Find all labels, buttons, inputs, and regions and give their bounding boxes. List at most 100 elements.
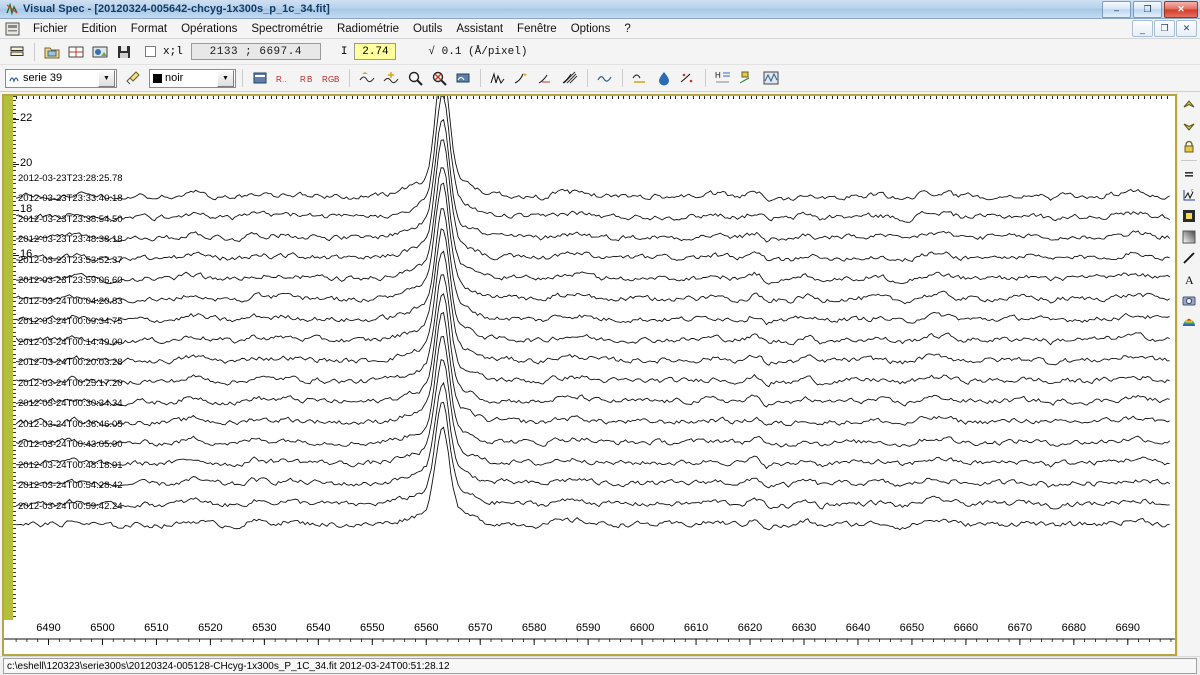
series-combo-value: serie 39 — [23, 72, 62, 84]
divide-button[interactable] — [677, 67, 699, 89]
y-axis-minor-tick — [13, 603, 16, 604]
y-axis-minor-tick — [13, 201, 16, 202]
menu-item-fichier[interactable]: Fichier — [26, 21, 75, 37]
menu-item-format[interactable]: Format — [124, 21, 174, 37]
smooth-button[interactable] — [594, 67, 616, 89]
scroll-up-icon[interactable] — [1179, 95, 1199, 115]
x-axis: 6490650065106520653065406550656065706580… — [4, 620, 1175, 654]
text-tool-icon[interactable]: A — [1179, 269, 1199, 289]
right-vertical-toolbar: c A — [1177, 92, 1200, 656]
stack-button[interactable] — [6, 41, 28, 63]
menu-item-fenetre[interactable]: Fenêtre — [510, 21, 564, 37]
baseline-button[interactable] — [629, 67, 651, 89]
y-axis-minor-tick — [13, 594, 16, 595]
menu-item-edition[interactable]: Edition — [75, 21, 124, 37]
y-axis-minor-tick — [13, 437, 16, 438]
open-profile-button[interactable] — [65, 41, 87, 63]
y-axis-minor-tick — [13, 406, 16, 407]
trace-label: 2012-03-24T00:09:34.75 — [18, 316, 123, 327]
image-frame-icon[interactable] — [1179, 206, 1199, 226]
menu-bar: Fichier Edition Format Opérations Spectr… — [0, 19, 1200, 39]
color-combo[interactable]: noir ▼ — [149, 69, 236, 88]
mdi-close-button[interactable]: ✕ — [1176, 20, 1197, 37]
rgb-rb-button[interactable]: RB — [297, 67, 319, 89]
y-axis-minor-tick — [13, 175, 16, 176]
palette-icon[interactable] — [1179, 311, 1199, 331]
menu-item-radiometrie[interactable]: Radiométrie — [330, 21, 406, 37]
hatch-button[interactable] — [559, 67, 581, 89]
y-axis-minor-tick — [13, 515, 16, 516]
camera-icon[interactable] — [1179, 290, 1199, 310]
lock-icon[interactable] — [1179, 137, 1199, 157]
mdi-restore-button[interactable]: ❐ — [1154, 20, 1175, 37]
zoom-cancel-button[interactable] — [428, 67, 450, 89]
plot-curve-icon[interactable]: c — [1179, 185, 1199, 205]
water-button[interactable] — [653, 67, 675, 89]
open-image-button[interactable] — [41, 41, 63, 63]
menu-item-spectrometrie[interactable]: Spectrométrie — [244, 21, 330, 37]
y-axis-minor-tick — [13, 266, 16, 267]
y-axis-minor-tick — [13, 472, 16, 473]
save-button[interactable] — [113, 41, 135, 63]
y-axis-minor-tick — [13, 463, 16, 464]
select-zone-button[interactable] — [452, 67, 474, 89]
y-axis-minor-tick — [13, 454, 16, 455]
series-combo[interactable]: serie 39 ▼ — [5, 69, 117, 88]
x-axis-tick-label: 6600 — [630, 622, 654, 634]
equal-icon[interactable] — [1179, 164, 1199, 184]
menu-item-assistant[interactable]: Assistant — [449, 21, 510, 37]
x-axis-tick-label: 6570 — [468, 622, 492, 634]
menu-item-options[interactable]: Options — [564, 21, 618, 37]
zoom-vertical-button[interactable] — [380, 67, 402, 89]
status-text: c:\eshell\120323\serie300s\20120324-0051… — [3, 658, 1197, 674]
spectrum-trace — [16, 120, 1170, 242]
intensity-field[interactable]: 2.74 — [354, 43, 396, 60]
y-axis-minor-tick — [13, 284, 16, 285]
spectrum-plot[interactable]: 22201816 2012-03-23T23:28:25.782012-03-2… — [4, 96, 1175, 620]
y-axis-minor-tick — [13, 467, 16, 468]
gradient-icon[interactable] — [1179, 227, 1199, 247]
maximize-button[interactable]: ❐ — [1133, 1, 1162, 18]
menu-item-outils[interactable]: Outils — [406, 21, 449, 37]
zoom-in-button[interactable] — [404, 67, 426, 89]
normalize-button[interactable] — [535, 67, 557, 89]
y-axis-minor-tick — [13, 371, 16, 372]
binning-button[interactable] — [249, 67, 271, 89]
close-button[interactable]: ✕ — [1164, 1, 1198, 18]
y-axis-minor-tick — [13, 550, 16, 551]
graph-button[interactable] — [760, 67, 782, 89]
header-button[interactable]: H — [712, 67, 734, 89]
y-axis-minor-tick — [13, 157, 16, 158]
y-axis-minor-tick — [13, 218, 16, 219]
spectrum-profile-button[interactable] — [487, 67, 509, 89]
menu-item-operations[interactable]: Opérations — [174, 21, 244, 37]
minimize-button[interactable]: – — [1102, 1, 1131, 18]
chevron-down-icon[interactable]: ▼ — [98, 70, 115, 87]
line-tool-icon[interactable] — [1179, 248, 1199, 268]
rgb-r-button[interactable]: R.. — [273, 67, 295, 89]
mdi-minimize-button[interactable]: _ — [1132, 20, 1153, 37]
x-axis-tick-label: 6510 — [144, 622, 168, 634]
y-axis-minor-tick — [13, 493, 16, 494]
rgb-rgb-button[interactable]: RGB — [321, 67, 343, 89]
spectrum-trace — [16, 96, 1170, 201]
annotate-button[interactable] — [736, 67, 758, 89]
toolbar-separator — [34, 43, 35, 61]
menu-item-help[interactable]: ? — [617, 21, 637, 37]
continuum-button[interactable] — [511, 67, 533, 89]
coordinates-field[interactable]: 2133 ; 6697.4 — [191, 43, 321, 60]
spectrum-trace — [16, 229, 1170, 345]
y-axis-minor-tick — [13, 458, 16, 459]
x-axis-tick-label: 6540 — [306, 622, 330, 634]
chevron-down-icon[interactable]: ▼ — [217, 70, 234, 87]
open-series-button[interactable] — [89, 41, 111, 63]
spectrum-trace — [16, 294, 1170, 407]
y-axis-minor-tick — [13, 489, 16, 490]
zoom-horizontal-button[interactable] — [356, 67, 378, 89]
y-axis-minor-tick — [13, 402, 16, 403]
paint-dropper-icon[interactable] — [122, 67, 144, 89]
svg-text:H: H — [715, 71, 721, 80]
svg-text:..: .. — [282, 75, 286, 84]
xl-checkbox[interactable] — [145, 46, 156, 57]
scroll-down-icon[interactable] — [1179, 116, 1199, 136]
